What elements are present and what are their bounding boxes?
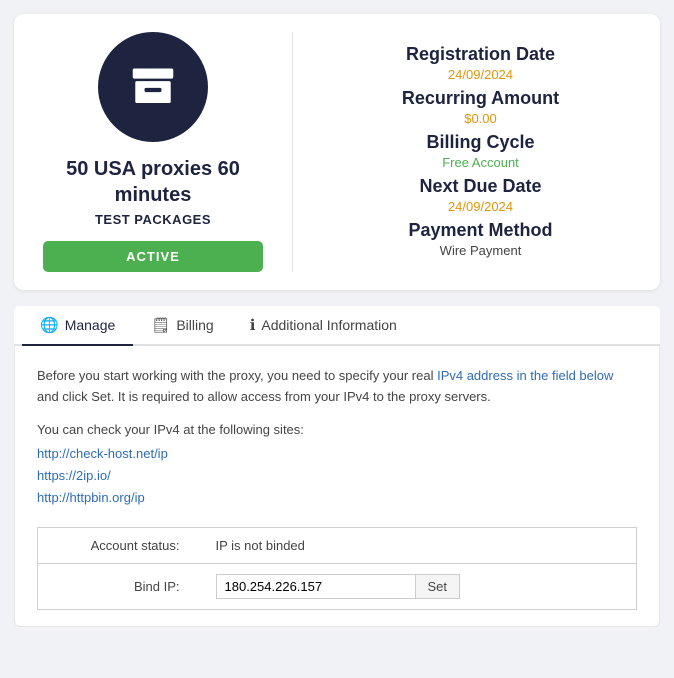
globe-icon: 🌐 [40, 316, 59, 334]
top-card: 50 USA proxies 60 minutes TEST PACKAGES … [14, 14, 660, 290]
file-icon: 🗒 [151, 316, 170, 334]
link-check-host[interactable]: http://check-host.net/ip [37, 443, 637, 465]
tab-additional-info[interactable]: ℹ Additional Information [232, 306, 415, 346]
billing-cycle-label: Billing Cycle [325, 130, 636, 155]
tab-additional-label: Additional Information [261, 317, 396, 333]
registration-date-label: Registration Date [325, 42, 636, 67]
recurring-amount-row: Recurring Amount $0.00 [325, 86, 636, 128]
link-httpbin[interactable]: http://httpbin.org/ip [37, 487, 637, 509]
ipv4-highlight: IPv4 address in the field below [437, 368, 613, 383]
tab-billing[interactable]: 🗒 Billing [133, 306, 231, 346]
box-archive-icon [126, 60, 180, 114]
next-due-date-row: Next Due Date 24/09/2024 [325, 174, 636, 216]
recurring-amount-value: $0.00 [325, 111, 636, 128]
tab-billing-label: Billing [176, 317, 213, 333]
links-header: You can check your IPv4 at the following… [37, 422, 637, 437]
info-icon: ℹ [250, 316, 256, 334]
proxy-description: Before you start working with the proxy,… [37, 366, 637, 408]
vertical-divider [292, 32, 293, 272]
registration-date-row: Registration Date 24/09/2024 [325, 42, 636, 84]
billing-cycle-value: Free Account [325, 155, 636, 172]
tab-manage[interactable]: 🌐 Manage [22, 306, 133, 346]
next-due-date-label: Next Due Date [325, 174, 636, 199]
product-info-right: Registration Date 24/09/2024 Recurring A… [317, 32, 636, 272]
payment-method-value: Wire Payment [325, 243, 636, 260]
active-badge: ACTIVE [43, 241, 263, 272]
check-ipv4-section: You can check your IPv4 at the following… [37, 422, 637, 509]
account-status-value: IP is not binded [198, 527, 637, 563]
product-title: 50 USA proxies 60 minutes [38, 156, 268, 208]
tab-manage-label: Manage [65, 317, 116, 333]
next-due-date-value: 24/09/2024 [325, 199, 636, 216]
billing-cycle-row: Billing Cycle Free Account [325, 130, 636, 172]
bind-ip-row: Bind IP: Set [38, 563, 637, 609]
bind-ip-label: Bind IP: [38, 563, 198, 609]
link-2ip[interactable]: https://2ip.io/ [37, 465, 637, 487]
product-icon-circle [98, 32, 208, 142]
tabs-bar: 🌐 Manage 🗒 Billing ℹ Additional Informat… [14, 306, 660, 346]
bind-ip-cell: Set [198, 563, 637, 609]
set-button[interactable]: Set [416, 574, 461, 599]
payment-method-label: Payment Method [325, 218, 636, 243]
account-info-table: Account status: IP is not binded Bind IP… [37, 527, 637, 610]
recurring-amount-label: Recurring Amount [325, 86, 636, 111]
bind-ip-input[interactable] [216, 574, 416, 599]
bind-ip-input-wrap: Set [216, 574, 619, 599]
payment-method-row: Payment Method Wire Payment [325, 218, 636, 260]
registration-date-value: 24/09/2024 [325, 67, 636, 84]
product-left-section: 50 USA proxies 60 minutes TEST PACKAGES … [38, 32, 268, 272]
tab-content-manage: Before you start working with the proxy,… [14, 346, 660, 627]
product-subtitle: TEST PACKAGES [95, 212, 211, 227]
account-status-label: Account status: [38, 527, 198, 563]
account-status-row: Account status: IP is not binded [38, 527, 637, 563]
